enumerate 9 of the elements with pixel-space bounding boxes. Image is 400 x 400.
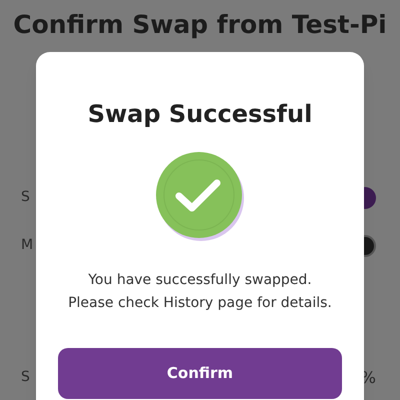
dialog-title: Swap Successful bbox=[88, 99, 312, 130]
row-label: S bbox=[21, 368, 30, 387]
message-text: You have successfully swapped. bbox=[88, 271, 312, 290]
row-label: S bbox=[21, 188, 30, 207]
page-title: Confirm Swap from Test-Pi bbox=[13, 9, 387, 41]
message-text: Please check History page for details. bbox=[68, 294, 332, 313]
row-label: M bbox=[21, 236, 34, 255]
success-check-icon bbox=[154, 150, 246, 242]
confirm-button[interactable]: Confirm bbox=[58, 348, 342, 399]
